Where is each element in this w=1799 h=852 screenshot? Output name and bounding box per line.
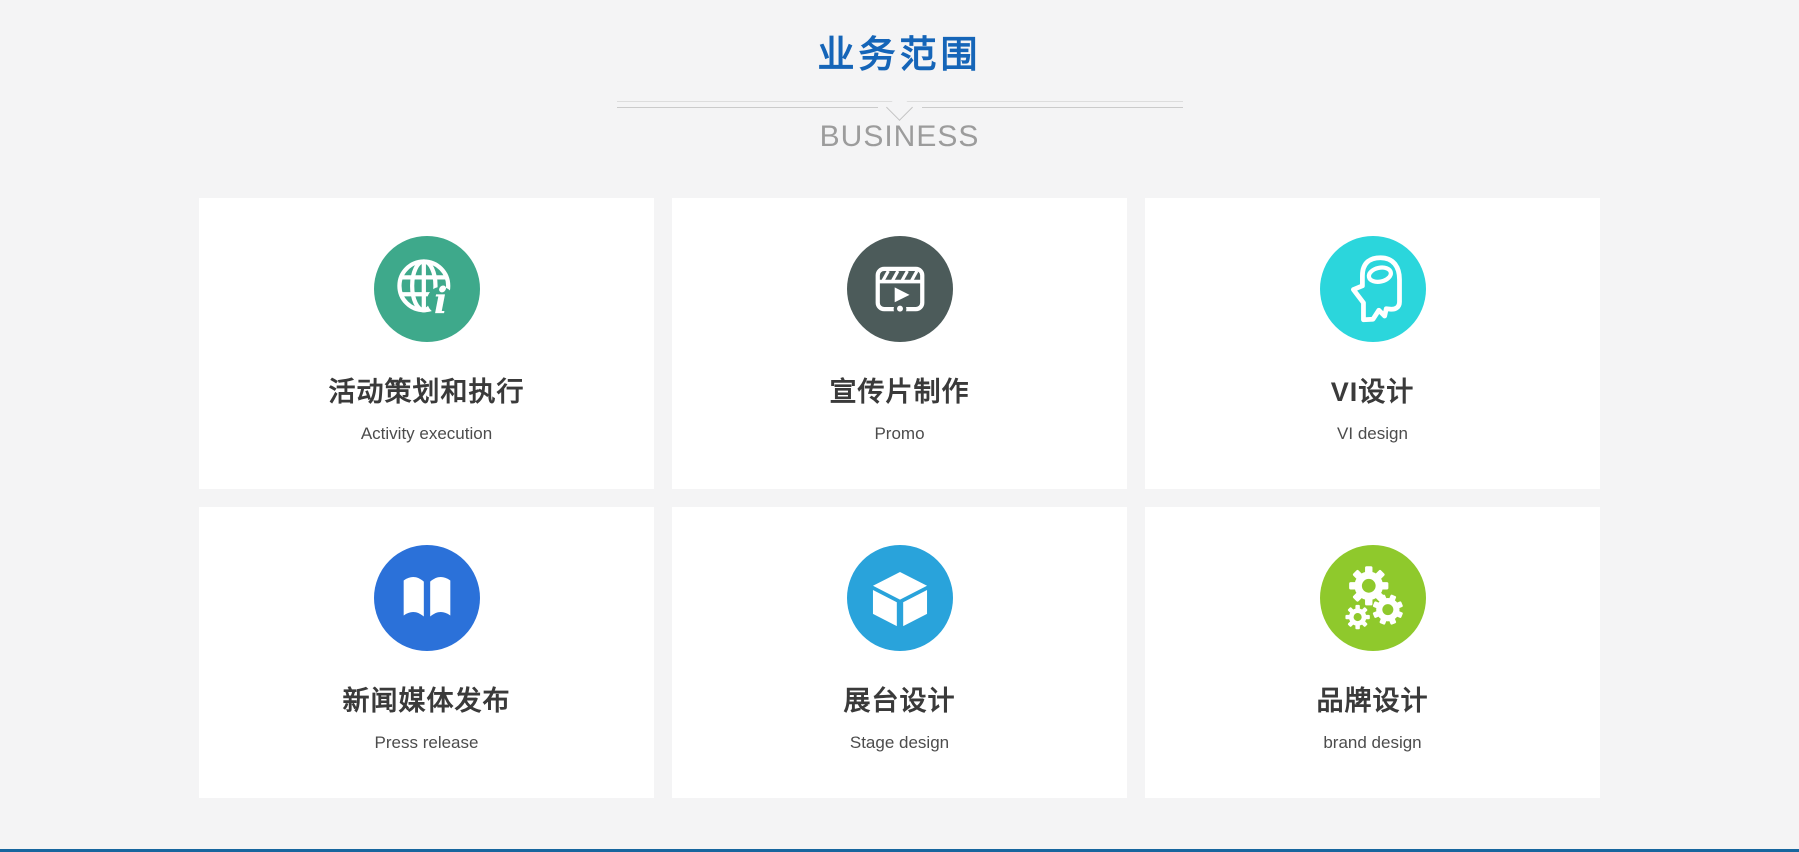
card-stage-design[interactable]: 展台设计 Stage design bbox=[672, 507, 1127, 798]
card-title: 宣传片制作 bbox=[672, 370, 1127, 409]
card-title: 活动策划和执行 bbox=[199, 370, 654, 409]
divider-line-bottom-left bbox=[617, 107, 878, 108]
card-title: 新闻媒体发布 bbox=[199, 679, 654, 718]
card-subtitle: VI design bbox=[1145, 424, 1600, 444]
card-press-release[interactable]: 新闻媒体发布 Press release bbox=[199, 507, 654, 798]
section-divider bbox=[617, 97, 1183, 113]
clapperboard-icon bbox=[847, 236, 953, 342]
svg-text:i: i bbox=[433, 280, 447, 322]
section-subtitle: BUSINESS bbox=[0, 120, 1799, 154]
card-title: VI设计 bbox=[1145, 370, 1600, 409]
card-brand-design[interactable]: 品牌设计 brand design bbox=[1145, 507, 1600, 798]
cards-grid: i 活动策划和执行 Activity execution bbox=[199, 198, 1600, 798]
chevron-down-icon bbox=[886, 94, 913, 121]
section-header: 业务范围 BUSINESS bbox=[0, 0, 1799, 154]
card-activity-planning[interactable]: i 活动策划和执行 Activity execution bbox=[199, 198, 654, 489]
card-title: 品牌设计 bbox=[1145, 679, 1600, 718]
card-subtitle: Stage design bbox=[672, 733, 1127, 753]
card-subtitle: Promo bbox=[672, 424, 1127, 444]
card-vi-design[interactable]: VI设计 VI design bbox=[1145, 198, 1600, 489]
globe-info-icon: i bbox=[374, 236, 480, 342]
head-idea-icon bbox=[1320, 236, 1426, 342]
gears-icon bbox=[1320, 545, 1426, 651]
card-subtitle: Activity execution bbox=[199, 424, 654, 444]
card-subtitle: Press release bbox=[199, 733, 654, 753]
open-book-icon bbox=[374, 545, 480, 651]
card-subtitle: brand design bbox=[1145, 733, 1600, 753]
business-section: 业务范围 BUSINESS i 活动策划和 bbox=[0, 0, 1799, 798]
card-promo-video[interactable]: 宣传片制作 Promo bbox=[672, 198, 1127, 489]
page-root: { "page": { "background_color": "#f4f4f5… bbox=[0, 0, 1799, 852]
divider-line-bottom-right bbox=[922, 107, 1183, 108]
card-title: 展台设计 bbox=[672, 679, 1127, 718]
cube-icon bbox=[847, 545, 953, 651]
section-title: 业务范围 bbox=[0, 24, 1799, 78]
